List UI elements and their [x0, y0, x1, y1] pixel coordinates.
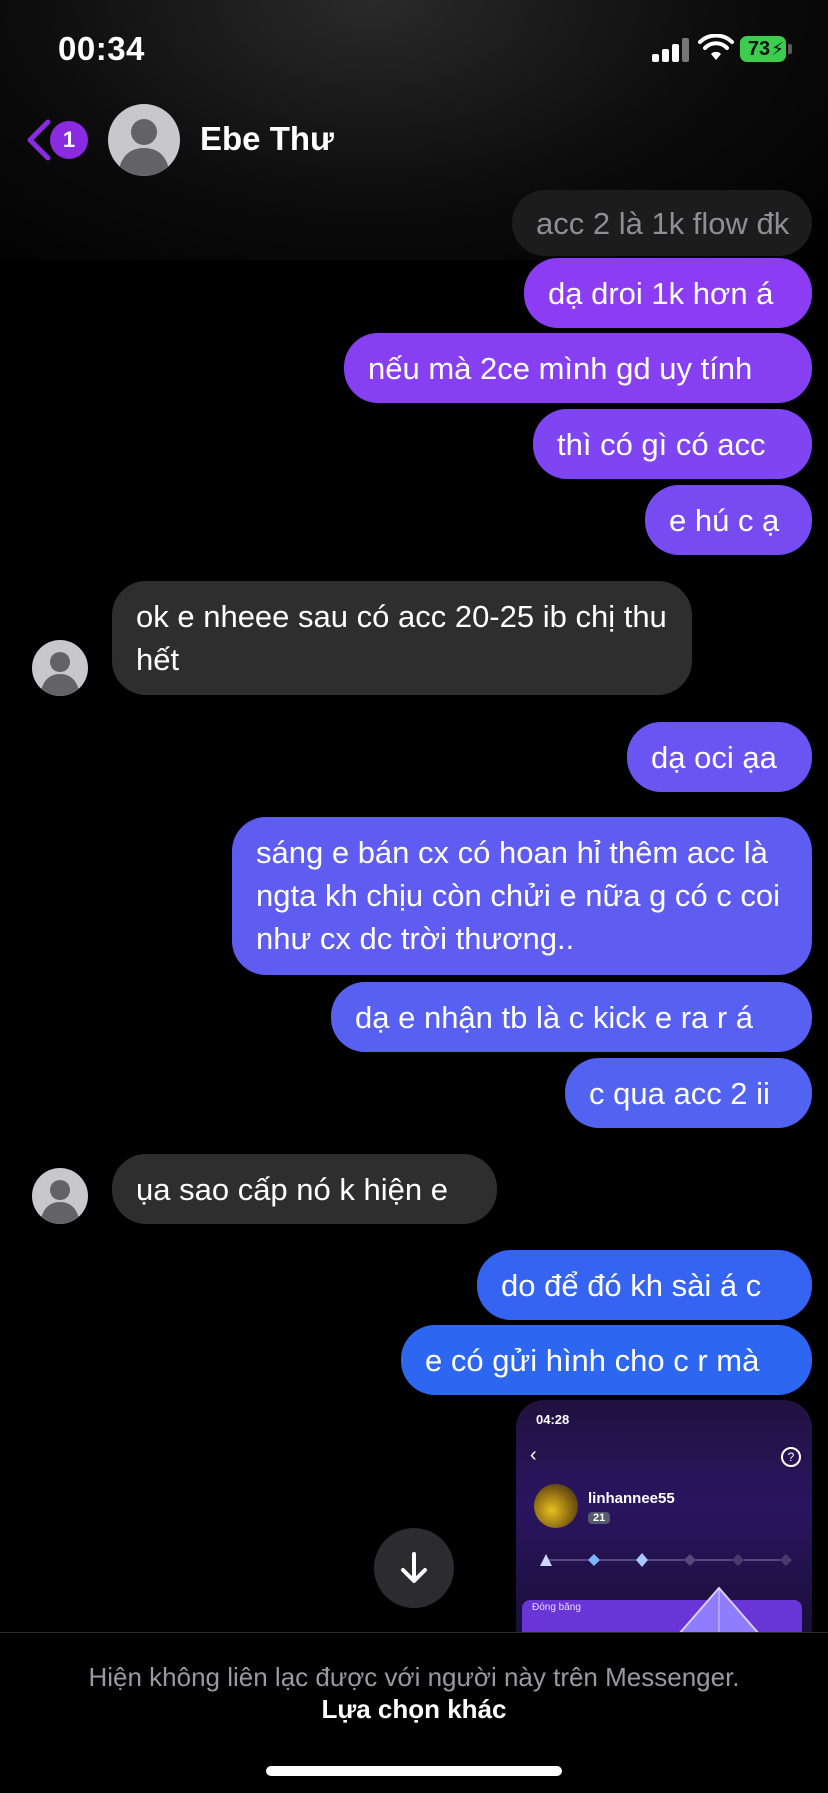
contact-name[interactable]: Ebe Thư	[200, 120, 334, 158]
charging-bolt-icon: ⚡	[771, 39, 784, 59]
scroll-to-bottom-button[interactable]	[374, 1528, 454, 1608]
contact-avatar-small[interactable]	[32, 1168, 88, 1224]
battery-cap	[788, 44, 792, 54]
message-bubble-sent[interactable]: dạ droi 1k hơn á	[524, 258, 812, 328]
signal-icon	[652, 38, 692, 62]
unread-badge[interactable]: 1	[50, 121, 88, 159]
diamond-rank-icon	[679, 1586, 759, 1632]
message-bubble-sent[interactable]: do để đó kh sài á c	[477, 1250, 812, 1320]
attachment-level: 21	[588, 1512, 611, 1524]
attachment-back-icon: ‹	[530, 1444, 537, 1466]
status-time: 00:34	[58, 30, 145, 67]
attachment-time: 04:28	[536, 1412, 570, 1427]
message-bubble-sent[interactable]: e hú c ạ	[645, 485, 812, 555]
rank-track-icon	[540, 1553, 792, 1567]
message-bubble-sent[interactable]: sáng e bán cx có hoan hỉ thêm acc là ngt…	[232, 817, 812, 975]
message-bubble-sent[interactable]: dạ oci ạa	[627, 722, 812, 792]
message-bubble-sent[interactable]: dạ e nhận tb là c kick e ra r á	[331, 982, 812, 1052]
contact-avatar-small[interactable]	[32, 640, 88, 696]
message-bubble-received[interactable]: acc 2 là 1k flow đk	[512, 190, 812, 256]
avatar-icon	[118, 119, 170, 176]
message-bubble-sent[interactable]: thì có gì có acc	[533, 409, 812, 479]
attachment-card-label: Đóng băng	[532, 1602, 581, 1613]
attachment-help-icon: ?	[781, 1447, 801, 1467]
message-bubble-sent[interactable]: e có gửi hình cho c r mà	[401, 1325, 812, 1395]
avatar-icon	[40, 652, 80, 696]
battery-icon: 73 ⚡	[740, 36, 786, 62]
message-bubble-received[interactable]: ụa sao cấp nó k hiện e	[112, 1154, 497, 1224]
battery-level: 73	[747, 37, 771, 60]
message-bubble-sent[interactable]: nếu mà 2ce mình gd uy tính	[344, 333, 812, 403]
wifi-icon	[698, 34, 734, 60]
image-attachment[interactable]: 04:28 ‹ ? linhannee55 21 Đóng băng	[516, 1400, 812, 1632]
home-indicator[interactable]	[266, 1766, 562, 1776]
attachment-username: linhannee55	[588, 1490, 675, 1507]
other-options-link[interactable]: Lựa chọn khác	[0, 1694, 828, 1725]
message-bubble-sent[interactable]: c qua acc 2 ii	[565, 1058, 812, 1128]
arrow-down-icon	[401, 1552, 427, 1583]
message-bubble-received[interactable]: ok e nheee sau có acc 20-25 ib chị thu h…	[112, 581, 692, 695]
unavailable-notice: Hiện không liên lạc được với người này t…	[88, 1662, 740, 1692]
attachment-avatar	[534, 1484, 578, 1528]
contact-avatar[interactable]	[108, 104, 180, 176]
avatar-icon	[40, 1180, 80, 1224]
